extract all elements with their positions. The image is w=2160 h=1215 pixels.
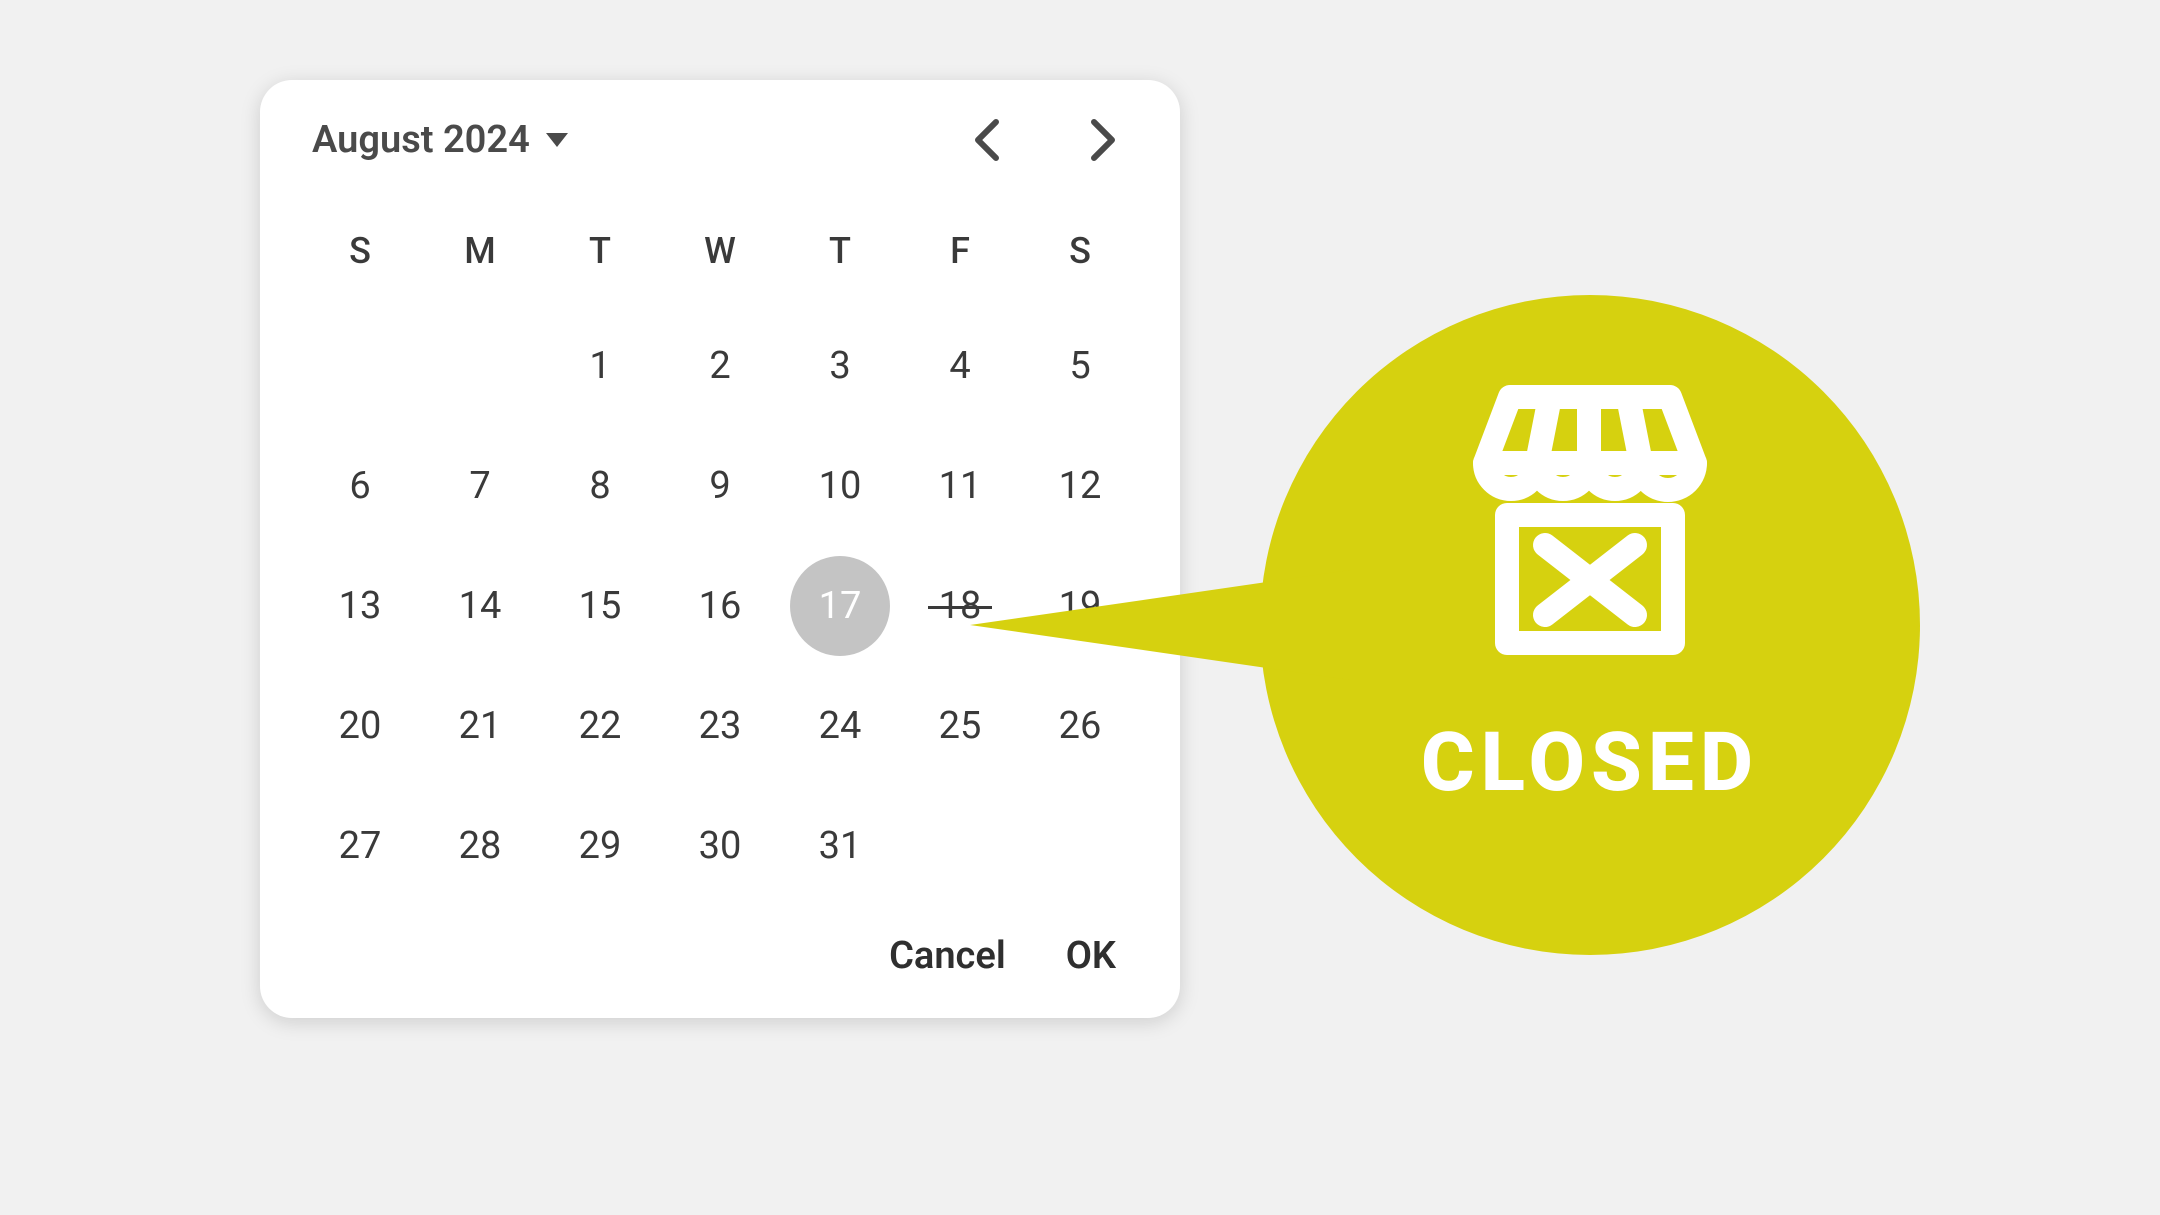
calendar-day[interactable]: 16 bbox=[670, 556, 770, 656]
closed-callout: CLOSED bbox=[970, 270, 1970, 970]
calendar-cell: 15 bbox=[540, 546, 660, 666]
calendar-cell: 21 bbox=[420, 666, 540, 786]
calendar-day[interactable]: 14 bbox=[430, 556, 530, 656]
calendar-cell: 9 bbox=[660, 426, 780, 546]
calendar-day[interactable]: 7 bbox=[430, 436, 530, 536]
calendar-cell: 16 bbox=[660, 546, 780, 666]
calendar-cell: 1 bbox=[540, 306, 660, 426]
calendar-day[interactable]: 9 bbox=[670, 436, 770, 536]
calendar-cell: 14 bbox=[420, 546, 540, 666]
calendar-day[interactable]: 22 bbox=[550, 676, 650, 776]
calendar-day[interactable]: 29 bbox=[550, 796, 650, 896]
calendar-day[interactable]: 28 bbox=[430, 796, 530, 896]
calendar-cell: 23 bbox=[660, 666, 780, 786]
calendar-cell: 29 bbox=[540, 786, 660, 906]
calendar-cell: 6 bbox=[300, 426, 420, 546]
calendar-day[interactable]: 6 bbox=[310, 436, 410, 536]
calendar-cell: 2 bbox=[660, 306, 780, 426]
calendar-day[interactable]: 15 bbox=[550, 556, 650, 656]
calendar-cell: 8 bbox=[540, 426, 660, 546]
calendar-day[interactable]: 23 bbox=[670, 676, 770, 776]
calendar-day[interactable]: 21 bbox=[430, 676, 530, 776]
calendar-cell: 31 bbox=[780, 786, 900, 906]
calendar-day[interactable]: 3 bbox=[790, 316, 890, 416]
calendar-cell: 7 bbox=[420, 426, 540, 546]
calendar-cell: 27 bbox=[300, 786, 420, 906]
calendar-cell bbox=[300, 306, 420, 426]
calendar-cell bbox=[420, 306, 540, 426]
month-select-button[interactable]: August 2024 bbox=[312, 118, 568, 162]
calendar-day[interactable]: 17 bbox=[790, 556, 890, 656]
calendar-day[interactable]: 20 bbox=[310, 676, 410, 776]
calendar-cell: 30 bbox=[660, 786, 780, 906]
weekday-header: S bbox=[300, 196, 420, 306]
calendar-day[interactable]: 1 bbox=[550, 316, 650, 416]
next-month-button[interactable] bbox=[1080, 116, 1128, 164]
calendar-cell: 17 bbox=[780, 546, 900, 666]
date-picker-header: August 2024 bbox=[300, 116, 1140, 196]
calendar-cell: 13 bbox=[300, 546, 420, 666]
calendar-day[interactable]: 2 bbox=[670, 316, 770, 416]
closed-label: CLOSED bbox=[1260, 715, 1920, 811]
calendar-cell: 3 bbox=[780, 306, 900, 426]
calendar-day[interactable]: 13 bbox=[310, 556, 410, 656]
calendar-cell: 10 bbox=[780, 426, 900, 546]
calendar-day[interactable]: 8 bbox=[550, 436, 650, 536]
weekday-header: W bbox=[660, 196, 780, 306]
weekday-header: T bbox=[780, 196, 900, 306]
prev-month-button[interactable] bbox=[962, 116, 1010, 164]
calendar-day[interactable]: 31 bbox=[790, 796, 890, 896]
calendar-cell: 20 bbox=[300, 666, 420, 786]
calendar-cell: 24 bbox=[780, 666, 900, 786]
calendar-day[interactable]: 24 bbox=[790, 676, 890, 776]
month-nav bbox=[962, 116, 1128, 164]
chevron-left-icon bbox=[972, 118, 1000, 162]
calendar-cell: 22 bbox=[540, 666, 660, 786]
dropdown-icon bbox=[546, 133, 568, 147]
weekday-header: M bbox=[420, 196, 540, 306]
calendar-day[interactable]: 30 bbox=[670, 796, 770, 896]
month-label: August 2024 bbox=[312, 118, 530, 162]
weekday-header: T bbox=[540, 196, 660, 306]
chevron-right-icon bbox=[1090, 118, 1118, 162]
calendar-day[interactable]: 27 bbox=[310, 796, 410, 896]
calendar-day[interactable]: 10 bbox=[790, 436, 890, 536]
calendar-cell: 28 bbox=[420, 786, 540, 906]
